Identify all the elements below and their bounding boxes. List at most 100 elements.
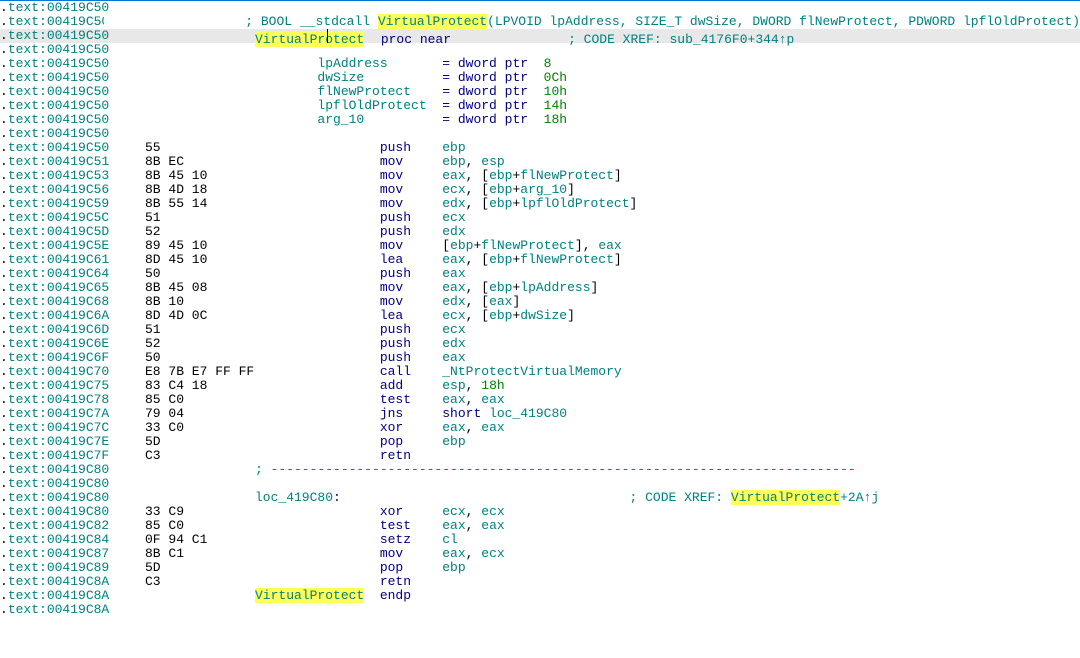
address: text:00419C53	[8, 169, 109, 183]
mnemonic: mov	[380, 280, 442, 295]
mnemonic: mov	[380, 238, 442, 253]
disasm-line[interactable]: .text:00419C80	[0, 477, 1080, 491]
arg-name: dwSize	[317, 70, 442, 85]
address: text:00419C78	[8, 393, 109, 407]
disasm-line[interactable]: .text:00419C50 lpflOldProtect = dword pt…	[0, 99, 1080, 113]
disasm-line[interactable]: .text:00419C50 flNewProtect = dword ptr …	[0, 85, 1080, 99]
disasm-line[interactable]: .text:00419C5D 52 push edx	[0, 225, 1080, 239]
disasm-line[interactable]: .text:00419C64 50 push eax	[0, 267, 1080, 281]
opcode-bytes: 83 C4 18	[145, 379, 207, 393]
disasm-line[interactable]: .text:00419C8A C3 retn	[0, 575, 1080, 589]
address: text:00419C68	[8, 295, 109, 309]
address: text:00419C80	[8, 477, 109, 491]
disasm-line[interactable]: .text:00419C80 loc_419C80: ; CODE XREF: …	[0, 491, 1080, 505]
address: text:00419C6E	[8, 337, 109, 351]
mnemonic: test	[380, 518, 442, 533]
disasm-line[interactable]: .text:00419C8A	[0, 603, 1080, 617]
disasm-line[interactable]: .text:00419C65 8B 45 08 mov eax, [ebp+lp…	[0, 281, 1080, 295]
address: text:00419C82	[8, 519, 109, 533]
address: text:00419C7A	[8, 407, 109, 421]
mnemonic: xor	[380, 420, 442, 435]
address: text:00419C5C	[8, 211, 109, 225]
disasm-line[interactable]: .text:00419C84 0F 94 C1 setz cl	[0, 533, 1080, 547]
disasm-line[interactable]: .text:00419C6D 51 push ecx	[0, 323, 1080, 337]
address: text:00419C51	[8, 155, 109, 169]
disasm-line[interactable]: .text:00419C50 VirtualProtect proc near …	[0, 29, 1080, 43]
disasm-line[interactable]: .text:00419C6E 52 push edx	[0, 337, 1080, 351]
disasm-line[interactable]: .text:00419C50	[0, 1, 1080, 15]
disasm-line[interactable]: .text:00419C50	[0, 127, 1080, 141]
mnemonic: mov	[380, 154, 442, 169]
disasm-line[interactable]: .text:00419C50 arg_10 = dword ptr 18h	[0, 113, 1080, 127]
address: text:00419C75	[8, 379, 109, 393]
disasm-line[interactable]: .text:00419C5E 89 45 10 mov [ebp+flNewPr…	[0, 239, 1080, 253]
address: text:00419C50	[8, 15, 104, 29]
opcode-bytes: 51	[145, 323, 161, 337]
disasm-line[interactable]: .text:00419C89 5D pop ebp	[0, 561, 1080, 575]
address: text:00419C59	[8, 197, 109, 211]
mnemonic: lea	[380, 308, 442, 323]
disasm-line[interactable]: .text:00419C53 8B 45 10 mov eax, [ebp+fl…	[0, 169, 1080, 183]
disasm-line[interactable]: .text:00419C75 83 C4 18 add esp, 18h	[0, 379, 1080, 393]
disasm-line[interactable]: .text:00419C7F C3 retn	[0, 449, 1080, 463]
address: text:00419C8A	[8, 575, 109, 589]
mnemonic: push	[380, 140, 442, 155]
disasm-line[interactable]: .text:00419C50 55 push ebp	[0, 141, 1080, 155]
disasm-line[interactable]: .text:00419C50 ; BOOL __stdcall VirtualP…	[0, 15, 1080, 29]
opcode-bytes: 8D 45 10	[145, 253, 207, 267]
address: text:00419C56	[8, 183, 109, 197]
disasm-line[interactable]: .text:00419C80 ; -----------------------…	[0, 463, 1080, 477]
disasm-line[interactable]: .text:00419C51 8B EC mov ebp, esp	[0, 155, 1080, 169]
address: text:00419C7C	[8, 421, 109, 435]
disasm-line[interactable]: .text:00419C8A VirtualProtect endp	[0, 589, 1080, 603]
separator-comment: ; --------------------------------------…	[255, 462, 856, 477]
opcode-bytes: 55	[145, 141, 161, 155]
disasm-line[interactable]: .text:00419C59 8B 55 14 mov edx, [ebp+lp…	[0, 197, 1080, 211]
disasm-line[interactable]: .text:00419C70 E8 7B E7 FF FF call _NtPr…	[0, 365, 1080, 379]
func-name: VirtualProtect	[378, 14, 487, 29]
address: text:00419C89	[8, 561, 109, 575]
mnemonic: push	[380, 336, 442, 351]
address: text:00419C50	[8, 127, 109, 141]
disasm-line[interactable]: .text:00419C68 8B 10 mov edx, [eax]	[0, 295, 1080, 309]
address: text:00419C6D	[8, 323, 109, 337]
mnemonic: test	[380, 392, 442, 407]
disasm-line[interactable]: .text:00419C61 8D 45 10 lea eax, [ebp+fl…	[0, 253, 1080, 267]
opcode-bytes: 8B 4D 18	[145, 183, 207, 197]
disasm-line[interactable]: .text:00419C6A 8D 4D 0C lea ecx, [ebp+dw…	[0, 309, 1080, 323]
address: text:00419C65	[8, 281, 109, 295]
mnemonic: push	[380, 224, 442, 239]
disasm-line[interactable]: .text:00419C78 85 C0 test eax, eax	[0, 393, 1080, 407]
opcode-bytes: 8B C1	[145, 547, 184, 561]
opcode-bytes: 52	[145, 225, 161, 239]
disasm-line[interactable]: .text:00419C7E 5D pop ebp	[0, 435, 1080, 449]
opcode-bytes: 0F 94 C1	[145, 533, 207, 547]
address: text:00419C50	[8, 1, 109, 15]
opcode-bytes: 8B 10	[145, 295, 184, 309]
disasm-line[interactable]: .text:00419C7C 33 C0 xor eax, eax	[0, 421, 1080, 435]
disasm-line[interactable]: .text:00419C56 8B 4D 18 mov ecx, [ebp+ar…	[0, 183, 1080, 197]
disasm-line[interactable]: .text:00419C50 lpAddress = dword ptr 8	[0, 57, 1080, 71]
arg-name: lpAddress	[317, 56, 442, 71]
address: text:00419C50	[8, 99, 109, 113]
mnemonic: add	[380, 378, 442, 393]
disasm-line[interactable]: .text:00419C82 85 C0 test eax, eax	[0, 519, 1080, 533]
disasm-line[interactable]: .text:00419C7A 79 04 jns short loc_419C8…	[0, 407, 1080, 421]
disasm-line[interactable]: .text:00419C6F 50 push eax	[0, 351, 1080, 365]
opcode-bytes: C3	[145, 575, 161, 589]
address: text:00419C50	[8, 113, 109, 127]
address: text:00419C50	[8, 141, 109, 155]
opcode-bytes: 50	[145, 351, 161, 365]
mnemonic: jns	[380, 406, 442, 421]
disassembly-view[interactable]: .text:00419C50 .text:00419C50 ; BOOL __s…	[0, 1, 1080, 617]
mnemonic: pop	[380, 434, 442, 449]
arg-name: lpflOldProtect	[317, 98, 442, 113]
address: text:00419C5D	[8, 225, 109, 239]
address: text:00419C64	[8, 267, 109, 281]
disasm-line[interactable]: .text:00419C80 33 C9 xor ecx, ecx	[0, 505, 1080, 519]
opcode-bytes: 33 C9	[145, 505, 184, 519]
disasm-line[interactable]: .text:00419C87 8B C1 mov eax, ecx	[0, 547, 1080, 561]
disasm-line[interactable]: .text:00419C50 dwSize = dword ptr 0Ch	[0, 71, 1080, 85]
disasm-line[interactable]: .text:00419C5C 51 push ecx	[0, 211, 1080, 225]
opcode-bytes: 85 C0	[145, 519, 184, 533]
